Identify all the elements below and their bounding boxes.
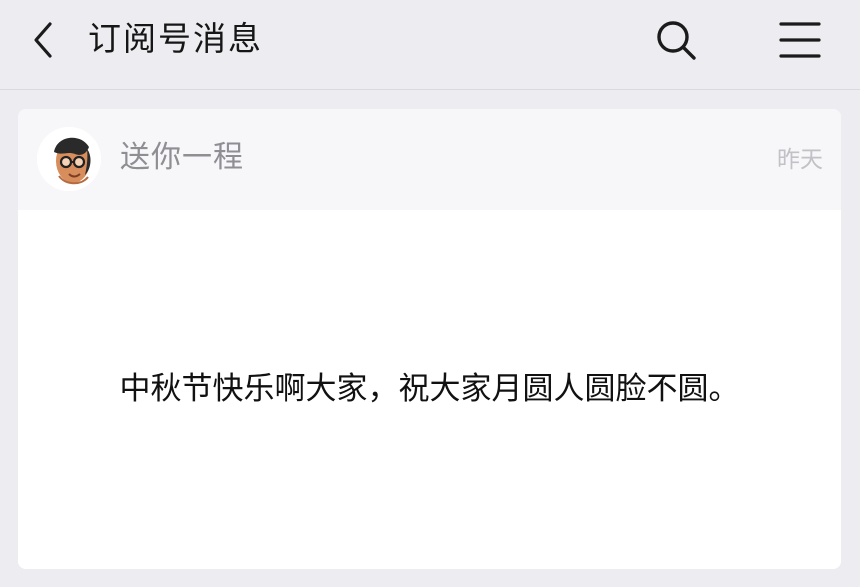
subscription-message-card[interactable]: 送你一程 昨天 中秋节快乐啊大家，祝大家月圆人圆脸不圆。 (18, 109, 841, 569)
menu-button[interactable] (776, 16, 824, 64)
avatar-illustration (37, 127, 101, 191)
message-card-body[interactable]: 中秋节快乐啊大家，祝大家月圆人圆脸不圆。 (18, 210, 841, 569)
search-icon (657, 21, 696, 60)
sender-name[interactable]: 送你一程 (120, 135, 244, 181)
page-title: 订阅号消息 (88, 19, 263, 58)
avatar[interactable] (37, 127, 101, 191)
chevron-left-icon (34, 22, 52, 58)
message-text: 中秋节快乐啊大家，祝大家月圆人圆脸不圆。 (119, 371, 740, 407)
message-timestamp: 昨天 (777, 147, 823, 173)
message-card-header: 送你一程 昨天 (18, 109, 841, 210)
search-button[interactable] (652, 16, 700, 64)
back-button[interactable] (26, 18, 62, 62)
menu-icon (779, 22, 821, 58)
nav-bar: 订阅号消息 (0, 0, 860, 90)
